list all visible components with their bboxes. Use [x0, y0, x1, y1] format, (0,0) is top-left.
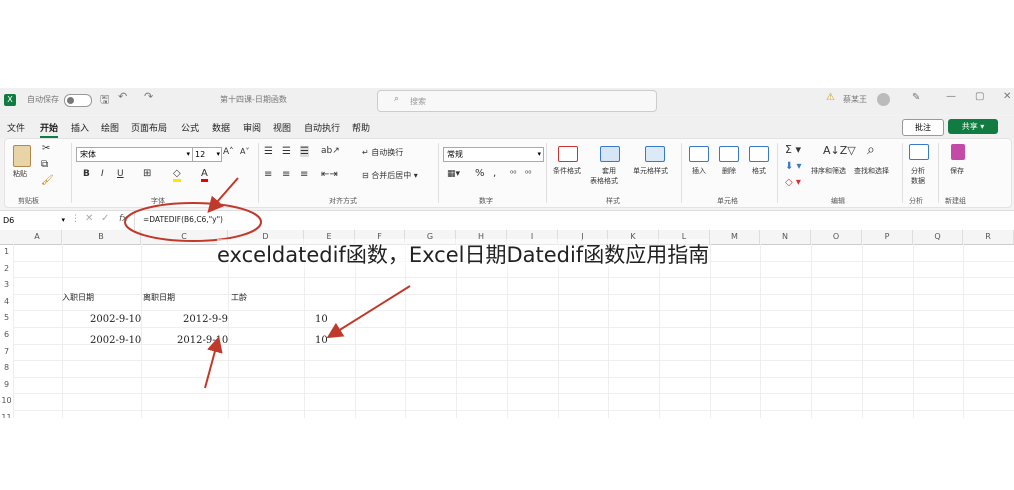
- arrow-to-end-date: [204, 336, 223, 389]
- caption-title: exceldatedif函数，Excel日期Datedif函数应用指南: [217, 239, 710, 269]
- arrow-to-result: [326, 285, 411, 339]
- formula-highlight-circle: [124, 202, 262, 242]
